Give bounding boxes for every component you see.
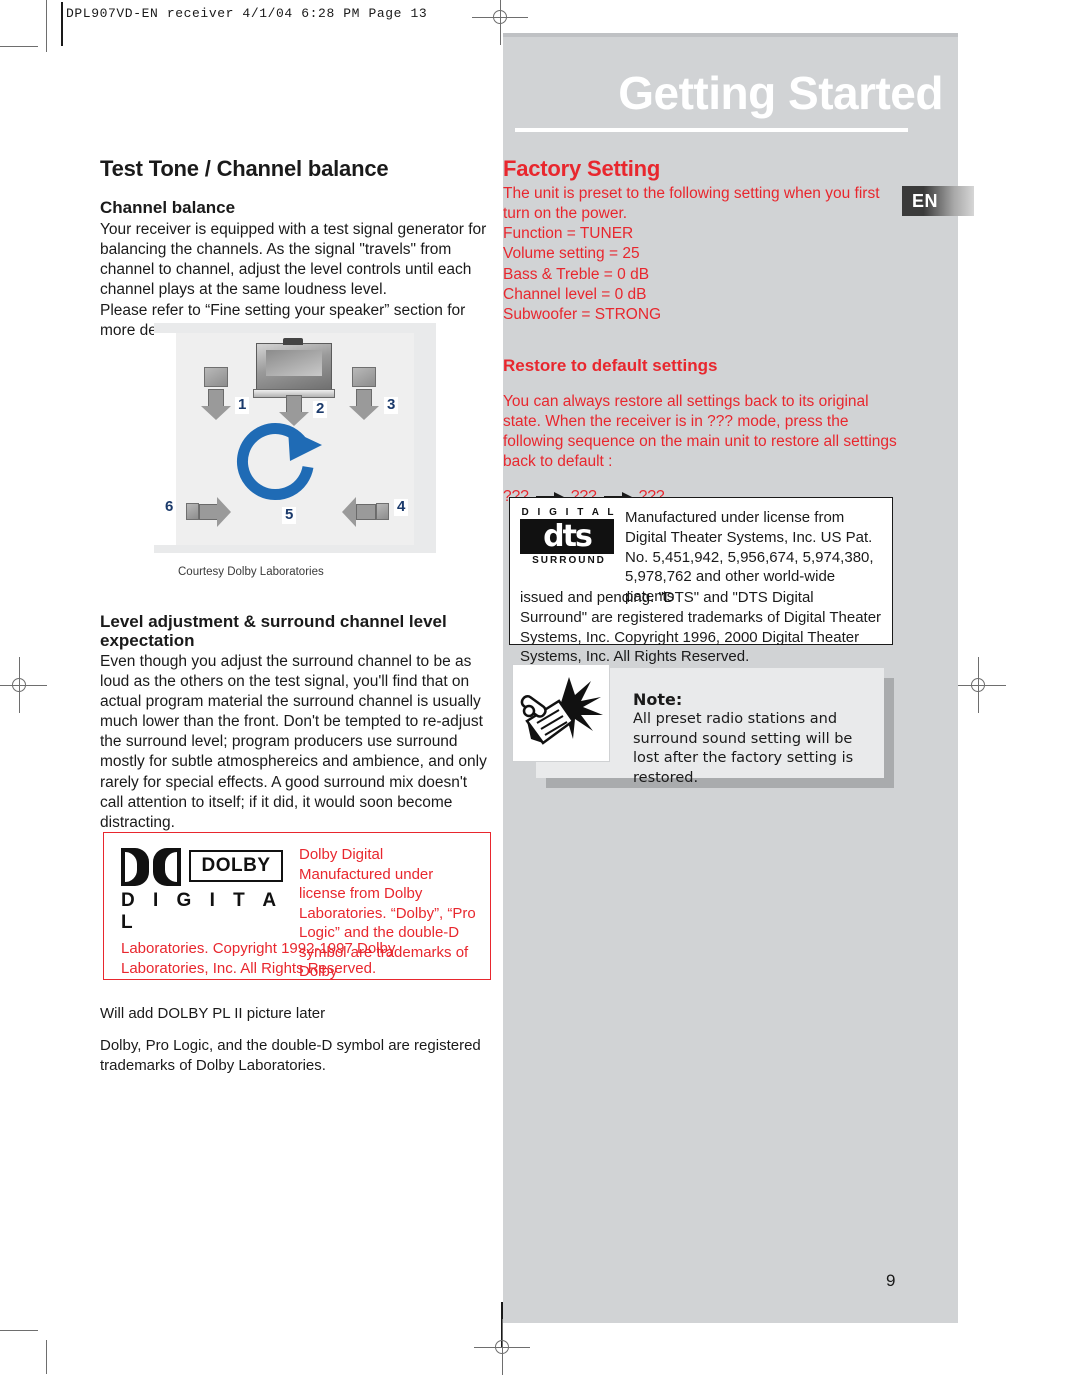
dts-logo-wordmark: dts [543,518,593,554]
factory-setting-intro: The unit is preset to the following sett… [503,185,880,223]
factory-setting-item-0: Function = TUNER [503,225,634,243]
diagram-label-3: 3 [384,396,399,414]
left-section-heading: Test Tone / Channel balance [100,156,389,181]
dts-logo-mark-icon: dts [520,519,614,554]
diagram-caption: Courtesy Dolby Laboratories [178,566,324,578]
restore-defaults-section: Restore to default settings You can alwa… [503,356,901,506]
rotation-arrow-icon [226,411,328,513]
crop-mark-bottom-left-horizontal [0,1330,38,1331]
level-adjustment-paragraph: Even though you adjust the surround chan… [100,652,487,831]
factory-setting-item-2: Bass & Treble = 0 dB [503,265,650,283]
registration-mark-bottom-center [474,1319,530,1375]
language-badge-label: EN [912,190,939,211]
note-pencil-icon [512,664,610,762]
factory-setting-item-1: Volume setting = 25 [503,245,640,263]
factory-setting-item-3: Channel level = 0 dB [503,285,647,303]
crop-mark-top-left-horizontal [0,46,38,47]
channel-balance-paragraph-1: Your receiver is equipped with a test si… [100,221,487,299]
slug-rule-vertical [61,2,63,46]
dolby-license-text-bottom: Laboratories. Copyright 1992-1997 Dolby … [121,940,396,977]
dolby-logo: DOLBY D I G I T A L [121,848,283,933]
note-text: All preset radio stations and surround s… [633,711,854,786]
registration-mark-right-middle [950,657,1006,713]
note-title: Note: [633,690,683,709]
arrow-left-4-icon [342,497,376,527]
dts-logo-top-label: D I G I T A L [521,507,617,518]
dts-license-box: D I G I T A L dts SURROUND Manufactured … [509,497,893,665]
dts-license-text-bottom: issued and pending. "DTS" and "DTS Digit… [520,589,882,666]
speaker-icon-surround-right [376,503,389,520]
page-title: Getting Started [618,67,943,119]
level-adjustment-section: Level adjustment & surround channel leve… [100,612,492,833]
arrow-down-1-icon [201,389,231,420]
level-adjustment-heading: Level adjustment & surround channel leve… [100,612,447,651]
crop-mark-bottom-left-vertical [46,1340,47,1374]
speaker-layout-diagram: 1 2 3 6 4 5 [154,323,436,553]
page-title-underline [515,128,908,132]
diagram-label-4: 4 [394,498,409,516]
status-badge: EN [902,186,974,216]
dolby-digital-license-box: DOLBY D I G I T A L Dolby Digital Manufa… [103,832,491,980]
dts-logo: D I G I T A L dts SURROUND [520,507,618,566]
left-column: Test Tone / Channel balance Channel bala… [100,156,492,341]
page-number: 9 [886,1271,896,1290]
television-icon [256,338,332,391]
arrow-right-6-icon [199,497,231,527]
right-column: Factory Setting The unit is preset to th… [503,156,893,325]
channel-balance-heading: Channel balance [100,198,236,217]
dolby-logo-word: DOLBY [189,850,283,882]
print-slug-text: DPL907VD-EN receiver 4/1/04 6:28 PM Page… [66,6,428,21]
speaker-icon-front-right [352,367,376,387]
dolby-logo-subword: D I G I T A L [121,890,282,933]
restore-defaults-heading: Restore to default settings [503,356,718,375]
diagram-label-6: 6 [162,498,177,516]
speaker-icon-surround-left [186,503,199,520]
dts-logo-bottom-label: SURROUND [532,555,606,566]
right-gray-panel-top-edge [503,33,958,37]
registration-mark-left-middle [0,657,47,713]
double-d-symbol-icon [121,848,181,886]
registration-mark-top-right [472,0,528,45]
dolby-trademark-note: Dolby, Pro Logic, and the double-D symbo… [100,1037,481,1074]
speaker-icon-front-left [204,367,228,387]
placeholder-note: Will add DOLBY PL II picture later [100,1005,326,1022]
document-page: DPL907VD-EN receiver 4/1/04 6:28 PM Page… [0,0,1080,1375]
crop-mark-top-left-vertical [46,0,47,52]
factory-setting-item-4: Subwoofer = STRONG [503,305,662,323]
restore-defaults-paragraph: You can always restore all settings back… [503,392,897,470]
factory-setting-heading: Factory Setting [503,156,661,181]
arrow-down-3-icon [349,389,379,420]
